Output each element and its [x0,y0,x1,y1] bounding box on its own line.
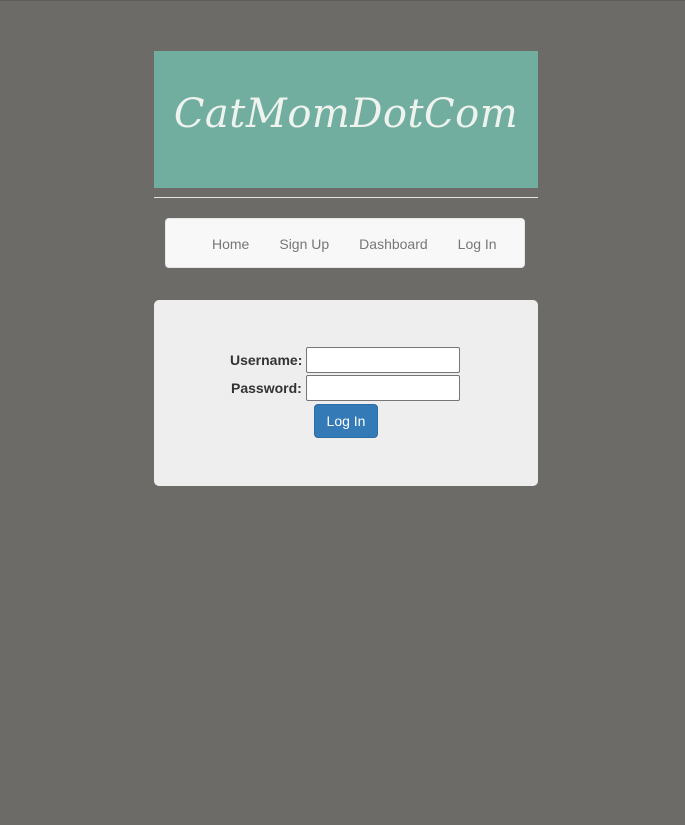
username-label: Username: [230,352,303,368]
nav-links: Home Sign Up Dashboard Log In [197,219,512,269]
site-title: CatMomDotCom [173,90,519,137]
top-border [0,0,685,1]
password-label: Password: [231,380,302,396]
navbar: Home Sign Up Dashboard Log In [165,218,525,268]
username-input[interactable] [306,347,461,373]
nav-home-link[interactable]: Home [197,219,264,269]
login-panel: Username: Password: Log In [154,300,538,486]
nav-login-link[interactable]: Log In [443,219,512,269]
site-banner: CatMomDotCom [154,51,538,188]
username-row: Username: [230,347,461,373]
nav-signup-link[interactable]: Sign Up [264,219,344,269]
login-submit-button[interactable]: Log In [314,404,378,438]
nav-dashboard-link[interactable]: Dashboard [344,219,443,269]
password-row: Password: [231,375,460,401]
header-divider [154,197,538,198]
password-input[interactable] [305,375,460,401]
